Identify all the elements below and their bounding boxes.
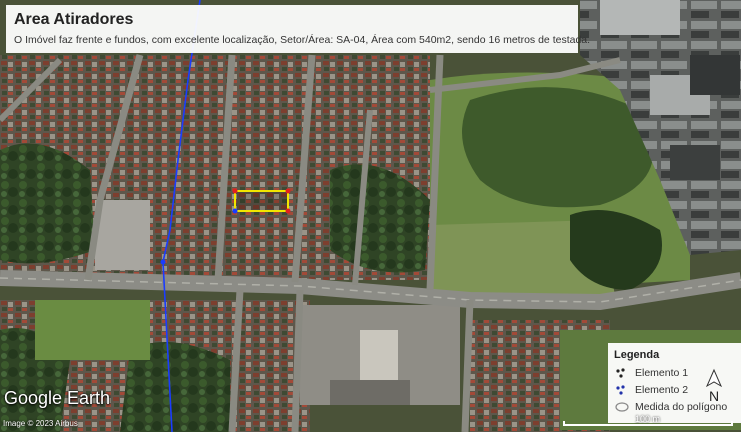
legend-item-label: Elemento 1 xyxy=(635,366,689,379)
brand-watermark: Google Earth xyxy=(4,388,111,408)
property-polygon[interactable] xyxy=(234,190,289,212)
scale-bar: 100 m xyxy=(563,414,733,428)
info-panel: Area Atiradores O Imóvel faz frente e fu… xyxy=(6,5,591,53)
info-description: O Imóvel faz frente e fundos, com excele… xyxy=(14,34,591,46)
scale-bar-line xyxy=(563,421,733,426)
legend-title: Legenda xyxy=(614,349,660,361)
legend-item-label: Elemento 2 xyxy=(635,383,689,396)
polygon-vertex xyxy=(285,188,291,194)
warehouse xyxy=(670,145,720,180)
tall-building xyxy=(95,200,150,270)
warehouse xyxy=(600,0,680,35)
commercial-building xyxy=(360,330,398,380)
polygon-vertex xyxy=(232,208,238,214)
north-arrow: N xyxy=(703,368,725,406)
route-vertex xyxy=(160,259,166,265)
north-label: N xyxy=(709,388,719,404)
north-arrow-icon: N xyxy=(705,368,723,404)
polygon-vertex xyxy=(285,208,291,214)
warehouse xyxy=(690,55,740,95)
road xyxy=(291,289,304,432)
commercial-building xyxy=(330,380,410,405)
copyright-notice: Image © 2023 Airbus xyxy=(3,419,78,428)
dots-icon xyxy=(616,384,625,395)
polygon-vertex xyxy=(232,188,238,194)
green-field xyxy=(35,300,150,360)
ellipse-icon xyxy=(615,401,629,412)
road xyxy=(461,299,474,432)
info-title: Area Atiradores xyxy=(14,11,134,28)
dots-icon xyxy=(616,367,625,378)
